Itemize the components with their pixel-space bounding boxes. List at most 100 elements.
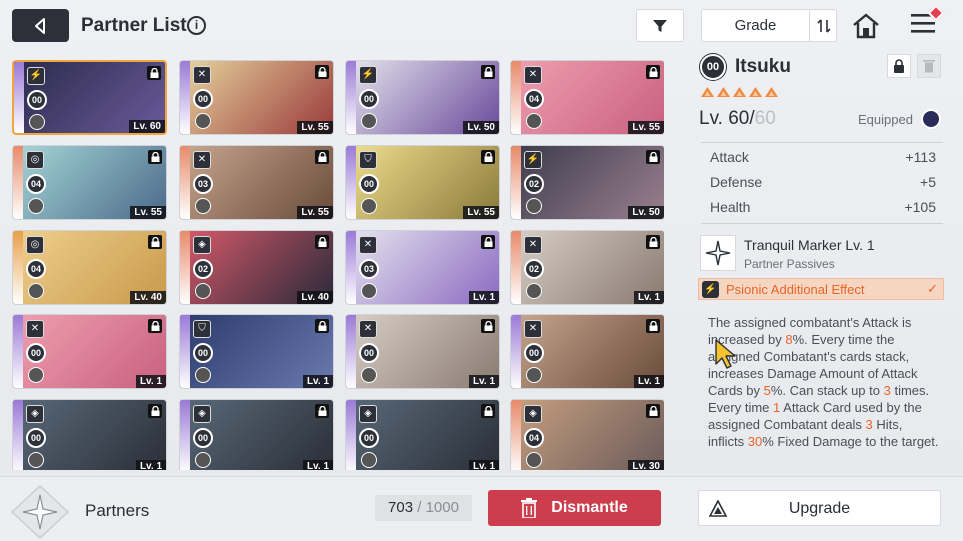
lock-icon[interactable] — [315, 319, 329, 333]
level-tag: Lv. 55 — [297, 121, 333, 134]
equipped-avatar — [526, 367, 542, 383]
level-tag: Lv. 55 — [130, 206, 166, 219]
dismantle-button[interactable]: Dismantle — [488, 490, 661, 526]
sort-dropdown[interactable]: Grade — [701, 9, 837, 42]
partner-card[interactable]: ✕ 00 Lv. 1 — [510, 314, 664, 389]
dismantle-label: Dismantle — [551, 499, 628, 516]
equipped-avatar — [28, 283, 44, 299]
rarity-strip — [13, 400, 23, 470]
lock-icon[interactable] — [646, 319, 660, 333]
equipped-avatar — [526, 198, 542, 214]
rarity-strip — [346, 146, 356, 219]
partner-card[interactable]: ✕ 04 Lv. 55 — [510, 60, 664, 135]
lock-icon[interactable] — [148, 404, 162, 418]
highlighted-value: 5 — [763, 383, 771, 398]
info-icon[interactable]: i — [187, 16, 206, 35]
partner-detail-panel: 00 Itsuku Lv. 60/60 Equipped Attack +113 … — [698, 50, 944, 474]
rank-badge: 00 — [193, 343, 213, 363]
rarity-strip — [180, 146, 190, 219]
equipped-combatant-avatar[interactable] — [921, 109, 941, 129]
equipped-avatar — [28, 367, 44, 383]
filter-icon — [653, 19, 667, 32]
lock-icon[interactable] — [481, 235, 495, 249]
partner-card[interactable]: ⛉ 00 Lv. 55 — [345, 145, 500, 220]
filter-button[interactable] — [636, 9, 684, 42]
lightning-icon: ⚡ — [524, 151, 542, 169]
partner-card[interactable]: ◈ 02 Lv. 40 — [179, 230, 334, 305]
lock-icon[interactable] — [315, 235, 329, 249]
lock-icon[interactable] — [646, 404, 660, 418]
home-button[interactable] — [850, 10, 882, 42]
partner-card[interactable]: ⚡ 00 Lv. 50 — [345, 60, 500, 135]
lock-icon[interactable] — [481, 319, 495, 333]
partner-name: Itsuku — [735, 56, 791, 77]
circle-icon: ◎ — [26, 151, 44, 169]
lock-icon[interactable] — [646, 235, 660, 249]
lock-icon[interactable] — [646, 150, 660, 164]
lock-icon[interactable] — [148, 319, 162, 333]
sort-grade-label[interactable]: Grade — [702, 10, 809, 41]
level-tag: Lv. 1 — [302, 375, 333, 388]
lock-icon[interactable] — [481, 150, 495, 164]
page-title: Partner List — [81, 15, 187, 36]
lock-icon[interactable] — [148, 235, 162, 249]
equipped-avatar — [361, 367, 377, 383]
back-button[interactable] — [12, 9, 69, 42]
checkmark-icon: ✓ — [927, 281, 938, 296]
partner-card[interactable]: ✕ 00 Lv. 55 — [179, 60, 334, 135]
rank-badge: 03 — [193, 174, 213, 194]
lock-icon[interactable] — [315, 65, 329, 79]
partner-card[interactable]: ⚡ 02 Lv. 50 — [510, 145, 664, 220]
rarity-star-icon — [749, 87, 762, 97]
partner-card[interactable]: ◈ 00 Lv. 1 — [12, 399, 167, 470]
skill-icon-button[interactable] — [700, 235, 736, 271]
partner-card[interactable]: ◈ 04 Lv. 30 — [510, 399, 664, 470]
lock-icon[interactable] — [481, 65, 495, 79]
card-badges: ◈ 00 — [359, 405, 379, 470]
lock-icon[interactable] — [148, 150, 162, 164]
sort-order-icon — [816, 18, 831, 33]
rarity-strip — [180, 315, 190, 388]
rarity-strip — [511, 400, 521, 470]
equipped-avatar — [361, 198, 377, 214]
rank-badge: 03 — [359, 259, 379, 279]
swords-icon: ✕ — [193, 66, 211, 84]
card-badges: ✕ 00 — [359, 320, 379, 386]
partner-card[interactable]: ✕ 03 Lv. 1 — [345, 230, 500, 305]
lock-icon[interactable] — [646, 65, 660, 79]
lock-icon[interactable] — [147, 66, 161, 80]
lock-icon[interactable] — [315, 404, 329, 418]
partner-card[interactable]: ✕ 00 Lv. 1 — [345, 314, 500, 389]
partner-card[interactable]: ✕ 00 Lv. 1 — [12, 314, 167, 389]
lock-button[interactable] — [887, 54, 911, 78]
partner-card[interactable]: ◎ 04 Lv. 55 — [12, 145, 167, 220]
rank-badge: 00 — [26, 428, 46, 448]
partner-card[interactable]: ⛉ 00 Lv. 1 — [179, 314, 334, 389]
rarity-strip — [13, 231, 23, 304]
lock-icon[interactable] — [481, 404, 495, 418]
partner-card[interactable]: ◎ 04 Lv. 40 — [12, 230, 167, 305]
delete-button[interactable] — [917, 54, 941, 78]
card-badges: ✕ 04 — [524, 66, 544, 132]
stat-value: +5 — [920, 174, 936, 190]
stat-label: Defense — [710, 174, 763, 190]
rarity-strip — [346, 61, 356, 134]
stat-attack: Attack +113 — [710, 149, 936, 169]
partner-count: 703 / 1000 — [375, 495, 472, 521]
partner-card[interactable]: ◈ 00 Lv. 1 — [345, 399, 500, 470]
psionic-effect-tab[interactable]: ⚡ Psionic Additional Effect ✓ — [698, 278, 944, 300]
level-tag: Lv. 1 — [302, 460, 333, 470]
level-tag: Lv. 1 — [633, 375, 664, 388]
partner-card[interactable]: ✕ 03 Lv. 55 — [179, 145, 334, 220]
partner-card[interactable]: ◈ 00 Lv. 1 — [179, 399, 334, 470]
partner-card[interactable]: ⚡ 00 Lv. 60 — [12, 60, 167, 135]
partner-card[interactable]: ✕ 02 Lv. 1 — [510, 230, 664, 305]
lock-icon[interactable] — [315, 150, 329, 164]
upgrade-button[interactable]: Upgrade — [698, 490, 941, 526]
top-bar: Partner List i Grade — [0, 0, 963, 52]
sort-order-button[interactable] — [809, 10, 837, 41]
level-tag: Lv. 55 — [628, 121, 664, 134]
rarity-strip — [180, 61, 190, 134]
rank-badge: 00 — [524, 343, 544, 363]
equipped-avatar — [526, 113, 542, 129]
